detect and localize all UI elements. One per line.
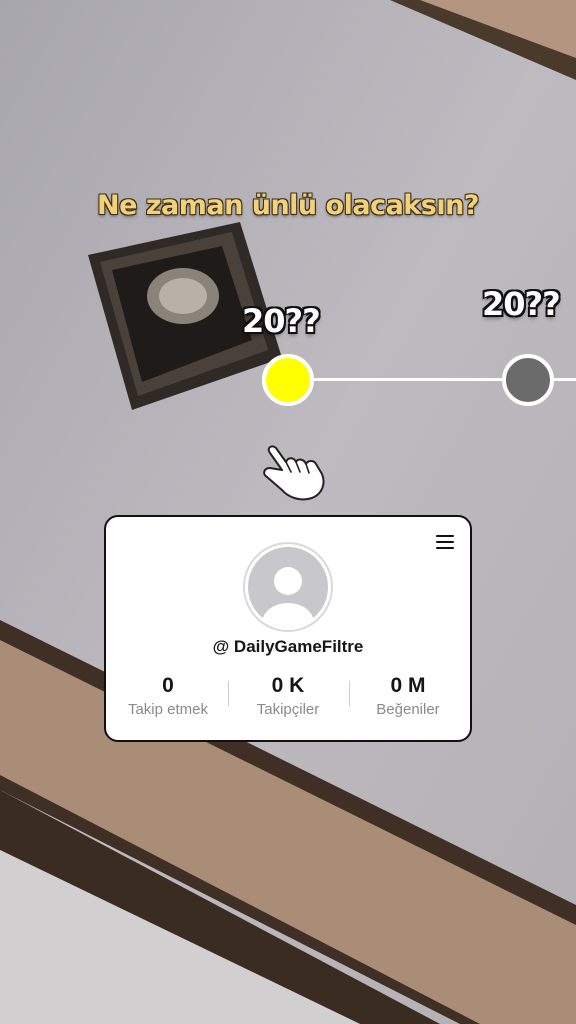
question-text: Ne zaman ünlü olacaksın? bbox=[97, 190, 479, 221]
stat-value: 0 bbox=[162, 674, 174, 697]
menu-icon[interactable] bbox=[436, 535, 454, 549]
username: @ DailyGameFiltre bbox=[212, 637, 364, 656]
timeline-dot-selected[interactable] bbox=[262, 354, 314, 406]
year-option-label-2: 20?? bbox=[482, 285, 561, 323]
stat-likes: 0 M Beğeniler bbox=[348, 673, 468, 721]
stat-following: 0 Takip etmek bbox=[108, 673, 228, 721]
stat-label: Beğeniler bbox=[376, 701, 440, 718]
stat-value: 0 K bbox=[271, 674, 305, 697]
stat-value: 0 M bbox=[390, 674, 426, 697]
year-option-label-1: 20?? bbox=[242, 302, 321, 340]
avatar bbox=[245, 544, 331, 630]
stat-label: Takipçiler bbox=[256, 701, 320, 718]
profile-card: @ DailyGameFiltre 0 Takip etmek 0 K Taki… bbox=[104, 515, 472, 742]
stat-label: Takip etmek bbox=[127, 701, 209, 718]
timeline-dot-next[interactable] bbox=[502, 354, 554, 406]
pointing-hand-icon bbox=[263, 445, 325, 501]
stat-followers: 0 K Takipçiler bbox=[228, 673, 348, 721]
default-user-icon bbox=[262, 567, 314, 627]
camera-background bbox=[0, 0, 576, 1024]
